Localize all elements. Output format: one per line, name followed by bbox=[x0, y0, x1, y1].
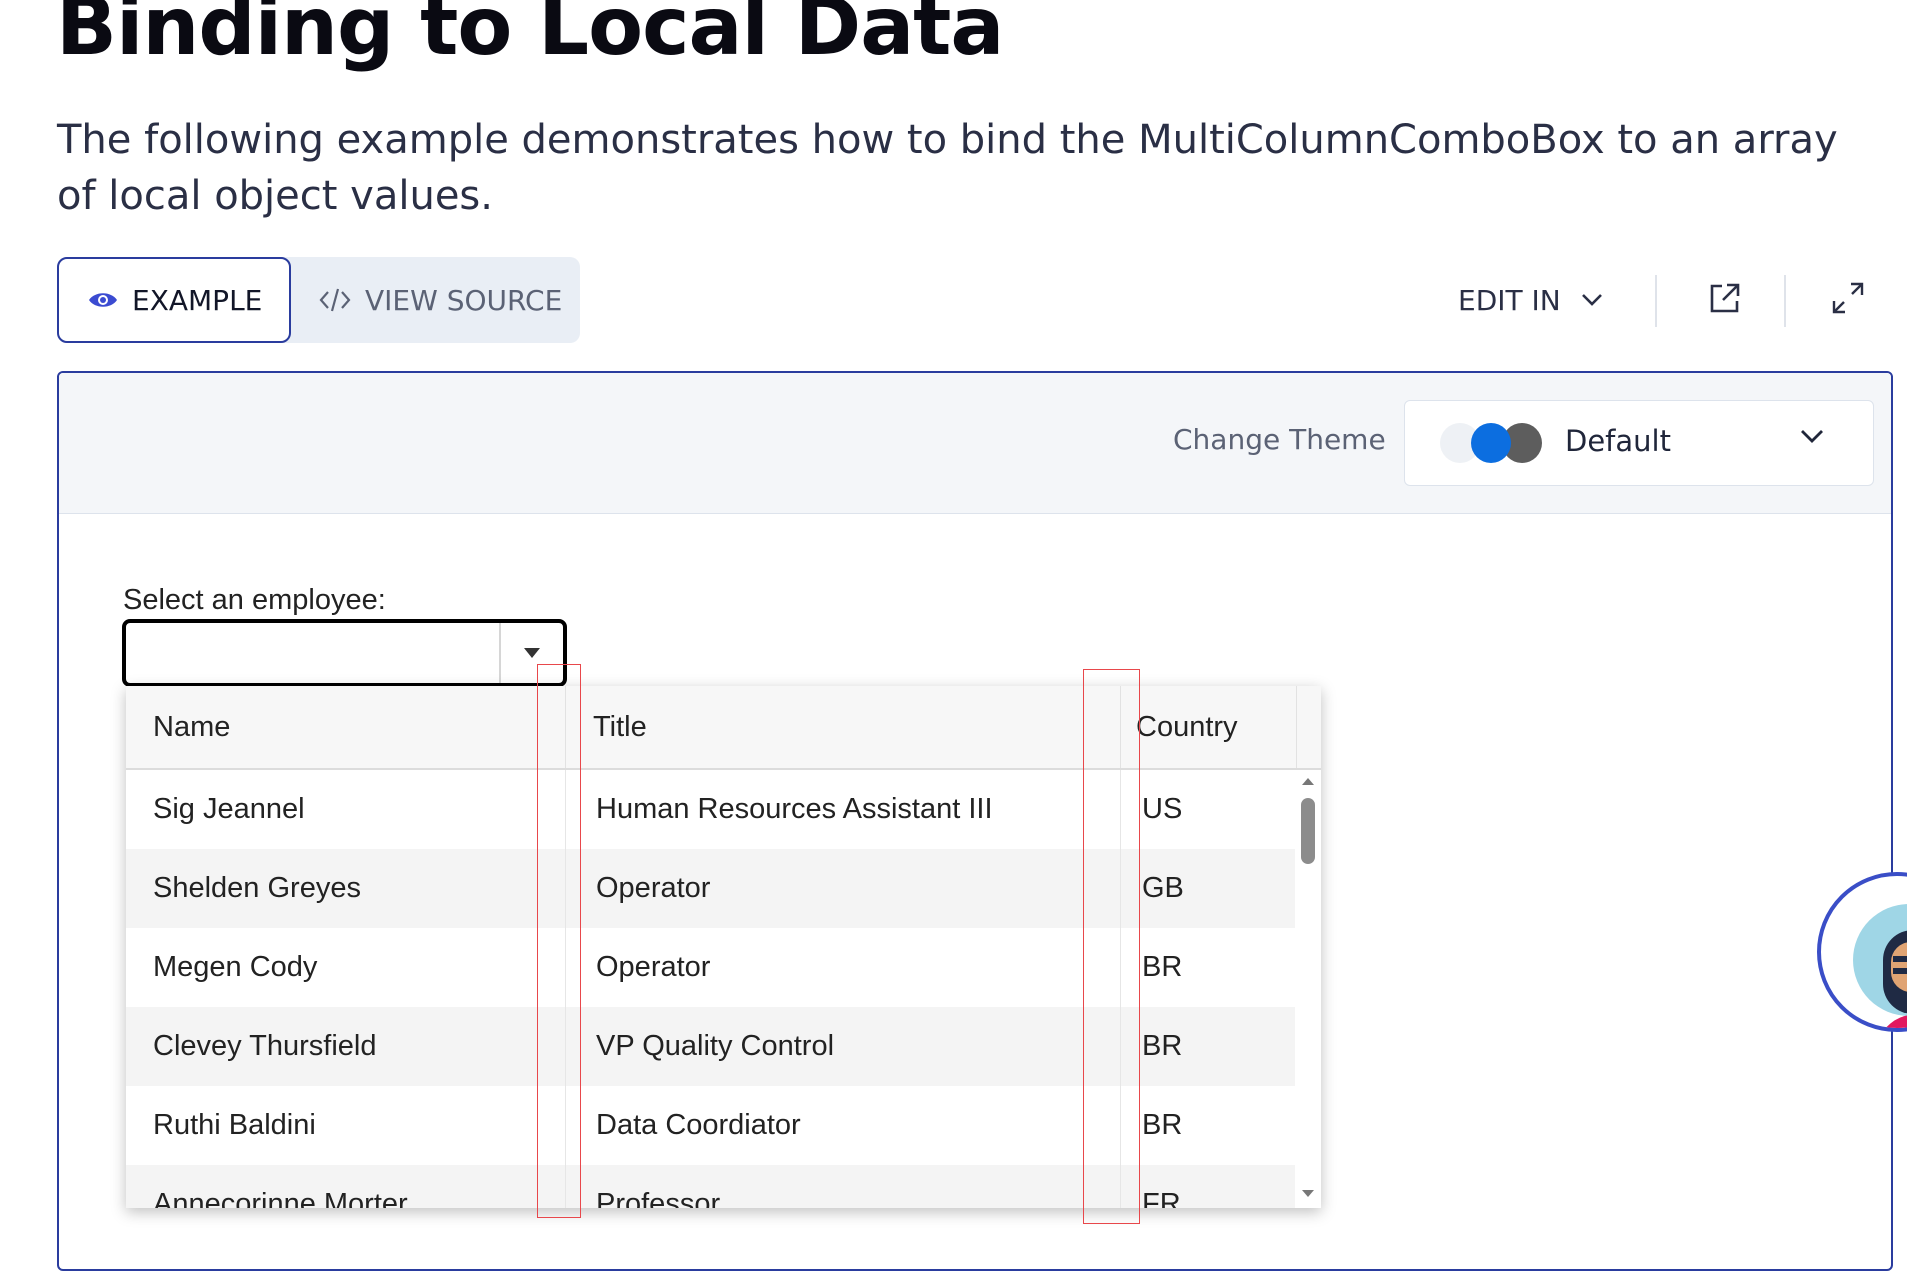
open-new-window-button[interactable] bbox=[1695, 265, 1755, 335]
cell-country: US bbox=[1142, 793, 1183, 825]
page-intro: The following example demonstrates how t… bbox=[57, 117, 1838, 219]
cell-name: Sig Jeannel bbox=[126, 770, 566, 849]
cell-name: Ruthi Baldini bbox=[126, 1086, 566, 1165]
tab-example-label: EXAMPLE bbox=[132, 283, 263, 317]
cell-country: FR bbox=[1142, 1188, 1181, 1208]
scrollbar-thumb[interactable] bbox=[1301, 798, 1315, 864]
employee-combobox[interactable] bbox=[122, 619, 567, 687]
column-header-country[interactable]: Country bbox=[1121, 686, 1297, 768]
theme-swatch-icon bbox=[1440, 423, 1542, 463]
code-icon bbox=[319, 287, 351, 313]
cell-country: BR bbox=[1142, 951, 1183, 983]
scroll-down-arrow-icon[interactable] bbox=[1295, 1182, 1321, 1204]
edit-in-label: EDIT IN bbox=[1458, 283, 1561, 317]
toolbar-divider bbox=[1784, 275, 1786, 327]
cell-name: Shelden Greyes bbox=[126, 849, 566, 928]
caret-down-icon bbox=[523, 644, 541, 663]
employee-combobox-input[interactable] bbox=[126, 623, 501, 683]
page-title: Binding to Local Data bbox=[56, 0, 1004, 73]
example-tab-bar: EXAMPLE VIEW SOURCE bbox=[57, 257, 580, 343]
cell-title: Operator bbox=[566, 849, 1121, 928]
eye-icon bbox=[88, 290, 118, 310]
cell-title: Operator bbox=[566, 928, 1121, 1007]
cell-country: BR bbox=[1142, 1109, 1183, 1141]
column-header-name[interactable]: Name bbox=[126, 686, 566, 768]
cell-country: GB bbox=[1142, 872, 1184, 904]
cell-title: Data Coordiator bbox=[566, 1086, 1121, 1165]
combobox-popup: Name Title Country Sig Jeannel Human Res… bbox=[126, 686, 1321, 1208]
expand-icon bbox=[1831, 281, 1865, 319]
theme-label: Change Theme bbox=[1173, 423, 1386, 456]
cell-name: Megen Cody bbox=[126, 928, 566, 1007]
cell-title: VP Quality Control bbox=[566, 1007, 1121, 1086]
toolbar-divider bbox=[1655, 275, 1657, 327]
theme-dropdown[interactable]: Default bbox=[1404, 400, 1874, 486]
scroll-up-arrow-icon[interactable] bbox=[1295, 770, 1321, 792]
vertical-scrollbar[interactable] bbox=[1295, 770, 1321, 1208]
chevron-down-icon bbox=[1581, 293, 1603, 307]
column-header-title[interactable]: Title bbox=[566, 686, 1121, 768]
edit-in-button[interactable]: EDIT IN bbox=[1458, 265, 1603, 335]
cell-title: Professor bbox=[566, 1165, 1121, 1208]
highlight-marker bbox=[1083, 669, 1140, 1224]
employee-field-label: Select an employee: bbox=[123, 584, 386, 616]
cell-name: Clevey Thursfield bbox=[126, 1007, 566, 1086]
fullscreen-button[interactable] bbox=[1818, 265, 1878, 335]
cell-country: BR bbox=[1142, 1030, 1183, 1062]
cell-name: Annecorinne Morter bbox=[126, 1165, 566, 1208]
tab-example[interactable]: EXAMPLE bbox=[57, 257, 291, 343]
highlight-marker bbox=[537, 664, 581, 1218]
grid-header: Name Title Country bbox=[126, 686, 1321, 770]
tab-view-source-label: VIEW SOURCE bbox=[365, 283, 563, 317]
theme-value: Default bbox=[1565, 424, 1671, 458]
external-link-icon bbox=[1708, 281, 1742, 319]
theme-bar: Change Theme Default bbox=[59, 373, 1891, 514]
tab-view-source[interactable]: VIEW SOURCE bbox=[319, 257, 562, 343]
chevron-down-icon bbox=[1799, 427, 1825, 445]
cell-title: Human Resources Assistant III bbox=[566, 770, 1121, 849]
